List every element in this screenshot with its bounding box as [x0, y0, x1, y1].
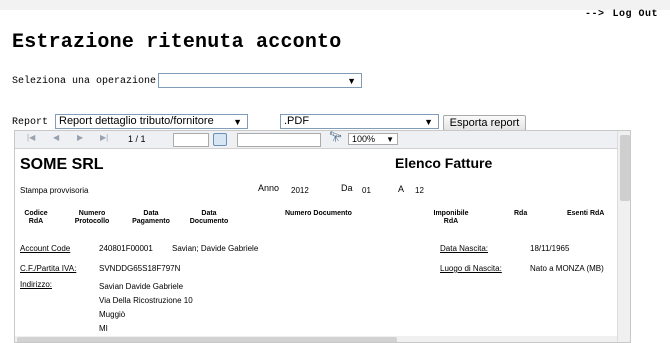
address-line-3: Muggiò — [99, 310, 126, 319]
address-line-4: MI — [99, 324, 108, 333]
column-header-protocol: Numero Protocollo — [67, 210, 117, 226]
column-header-code-line2: RdA — [28, 218, 44, 225]
find-text-input[interactable] — [237, 133, 321, 147]
operation-select[interactable]: ▼ — [158, 73, 362, 88]
column-header-document-date-line1: Data — [201, 210, 217, 217]
column-header-taxable-line1: Imponibile — [433, 210, 469, 217]
column-header-protocol-line1: Numero — [78, 210, 106, 217]
birth-date-value: 18/11/1965 — [530, 244, 570, 253]
horizontal-scrollbar-thumb[interactable] — [17, 337, 397, 342]
logout-label[interactable]: Log Out — [612, 9, 658, 20]
chevron-down-icon: ▼ — [233, 117, 242, 127]
report-label: Report — [12, 117, 49, 128]
address-label: Indirizzo: — [20, 280, 53, 289]
to-label: A — [398, 184, 405, 194]
logout-arrow: --> — [584, 9, 605, 20]
viewer-toolbar: |◀ ◀ ▶ ▶| 1 / 1 🔭︎ 100% ▼ — [15, 131, 617, 149]
page-title: Estrazione ritenuta acconto — [12, 31, 342, 54]
column-header-document-date: Data Documento — [183, 210, 235, 226]
year-value: 2012 — [291, 186, 309, 195]
vertical-scrollbar[interactable] — [617, 131, 630, 342]
column-header-payment-date-line2: Pagamento — [132, 218, 170, 225]
report-select[interactable]: Report dettaglio tributo/fornitore ▼ — [55, 114, 248, 129]
from-value: 01 — [362, 186, 371, 195]
binoculars-icon[interactable]: 🔭︎ — [329, 132, 342, 143]
report-viewer: |◀ ◀ ▶ ▶| 1 / 1 🔭︎ 100% ▼ SOME SRL Elenc… — [14, 130, 631, 343]
company-name: SOME SRL — [20, 156, 104, 173]
report-select-value: Report dettaglio tributo/fornitore — [59, 115, 214, 127]
last-page-icon[interactable]: ▶| — [100, 133, 108, 142]
account-code-value: 240801F00001 — [99, 244, 153, 253]
column-header-taxable-line2: RdA — [443, 218, 459, 225]
go-to-page-icon[interactable] — [213, 133, 227, 146]
address-line-2: Via Della Ricostruzione 10 — [99, 296, 193, 305]
to-value: 12 — [415, 186, 424, 195]
tax-code-label: C.F./Partita IVA: — [20, 264, 77, 273]
page-number-input[interactable] — [173, 133, 209, 147]
column-header-protocol-line2: Protocollo — [74, 218, 110, 225]
birth-place-label: Luogo di Nascita: — [440, 264, 502, 273]
vertical-scrollbar-thumb[interactable] — [620, 135, 630, 201]
horizontal-scrollbar[interactable] — [15, 336, 617, 342]
chevron-down-icon: ▼ — [347, 76, 356, 86]
top-strip — [0, 0, 670, 10]
column-header-payment-date: Data Pagamento — [125, 210, 177, 226]
chevron-down-icon: ▼ — [424, 117, 433, 127]
account-name: Savian; Davide Gabriele — [172, 244, 259, 253]
column-header-exempt: Esenti RdA — [567, 210, 605, 217]
export-report-button[interactable]: Esporta report — [443, 115, 526, 131]
draft-label: Stampa provvisoria — [20, 186, 89, 195]
birth-date-label: Data Nascita: — [440, 244, 489, 253]
logout-link[interactable]: --> Log Out — [585, 9, 658, 20]
from-label: Da — [341, 183, 353, 193]
column-header-rda: Rda — [514, 210, 528, 217]
format-select[interactable]: .PDF ▼ — [280, 114, 439, 129]
report-name: Elenco Fatture — [395, 155, 493, 171]
column-header-taxable: Imponibile RdA — [430, 210, 472, 226]
page-counter: 1 / 1 — [128, 134, 146, 144]
column-header-code-line1: Codice — [24, 210, 48, 217]
birth-place-value: Nato a MONZA (MB) — [530, 264, 604, 273]
chevron-down-icon: ▼ — [386, 135, 394, 144]
column-header-payment-date-line1: Data — [143, 210, 159, 217]
zoom-value: 100% — [352, 134, 376, 144]
column-header-document-number: Numero Documento — [285, 210, 352, 217]
column-header-code: Codice RdA — [21, 210, 51, 226]
format-select-value: .PDF — [284, 115, 310, 127]
tax-code-value: SVNDDG65S18F797N — [99, 264, 181, 273]
address-line-1: Savian Davide Gabriele — [99, 282, 184, 291]
account-code-label: Account Code — [20, 244, 71, 253]
column-header-document-date-line2: Documento — [189, 218, 229, 225]
year-label: Anno — [258, 183, 280, 193]
zoom-select[interactable]: 100% ▼ — [348, 133, 398, 145]
next-page-icon[interactable]: ▶ — [77, 133, 83, 142]
first-page-icon[interactable]: |◀ — [27, 133, 35, 142]
previous-page-icon[interactable]: ◀ — [53, 133, 59, 142]
operation-label: Seleziona una operazione — [12, 76, 157, 87]
